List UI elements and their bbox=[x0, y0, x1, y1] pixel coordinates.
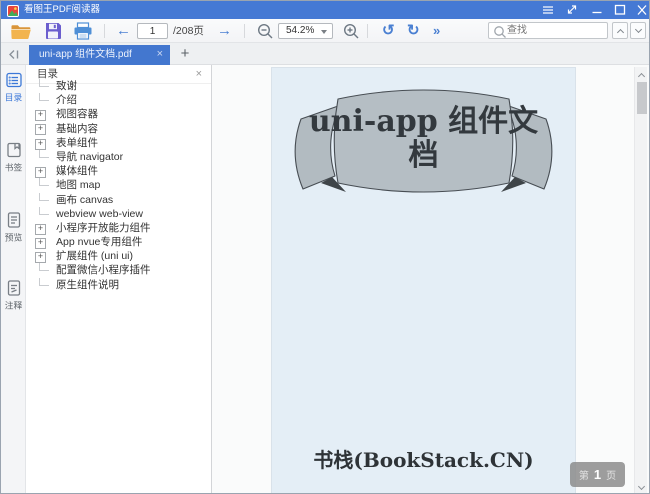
minimize-icon[interactable] bbox=[590, 4, 606, 16]
toc-item[interactable]: 表单组件 bbox=[26, 136, 211, 150]
chevron-up-icon bbox=[616, 28, 625, 37]
sidebar-item-label: 书签 bbox=[4, 163, 23, 174]
vertical-scrollbar[interactable] bbox=[634, 67, 647, 493]
search-next-button[interactable] bbox=[630, 22, 646, 39]
app-logo-icon bbox=[7, 4, 19, 17]
toc-item[interactable]: App nvue专用组件 bbox=[26, 235, 211, 250]
chevron-down-icon bbox=[634, 25, 643, 34]
page-total-label: /208页 bbox=[173, 25, 204, 37]
toc-item[interactable]: 介绍 bbox=[26, 93, 211, 107]
sidebar-item-annotations[interactable]: 注释 bbox=[1, 279, 26, 312]
page-badge-number: 1 bbox=[593, 467, 602, 482]
menu-icon[interactable] bbox=[541, 4, 557, 16]
toc-item[interactable]: 画布 canvas bbox=[26, 192, 211, 207]
close-icon[interactable] bbox=[635, 4, 649, 16]
chevron-down-icon bbox=[637, 482, 646, 491]
maximize-icon[interactable] bbox=[613, 4, 629, 16]
chevron-down-icon bbox=[321, 30, 327, 34]
toc-item[interactable]: webview web-view bbox=[26, 206, 211, 221]
search-input[interactable] bbox=[507, 24, 605, 37]
sidebar-item-label: 预览 bbox=[4, 233, 23, 244]
toolbar-separator bbox=[104, 24, 105, 38]
sidebar-item-preview[interactable]: 预览 bbox=[1, 211, 26, 244]
next-page-icon[interactable]: → bbox=[217, 19, 232, 43]
toc-icon bbox=[5, 72, 22, 88]
zoom-out-icon[interactable] bbox=[257, 19, 274, 43]
save-icon[interactable] bbox=[44, 19, 62, 43]
toc-item[interactable]: 基础内容 bbox=[26, 122, 211, 136]
title-bar: 看图王PDF阅读器 bbox=[1, 1, 649, 19]
pdf-page: uni-app 组件文 档 书栈(BookStack.CN) bbox=[271, 67, 576, 493]
toc-item[interactable]: 扩展组件 (uni ui) bbox=[26, 249, 211, 264]
toolbar-separator bbox=[244, 24, 245, 38]
toc-list: 致谢 介绍 视图容器 基础内容 表单组件 导航 navigator 媒体组件 地… bbox=[26, 79, 211, 292]
toc-item[interactable]: 导航 navigator bbox=[26, 149, 211, 164]
collapse-sidebar-icon[interactable] bbox=[6, 47, 21, 62]
document-view: uni-app 组件文 档 书栈(BookStack.CN) 第1页 bbox=[212, 65, 649, 493]
toc-item[interactable]: 视图容器 bbox=[26, 107, 211, 122]
tab-label: uni-app 组件文档.pdf bbox=[39, 49, 132, 60]
app-window: 看图王PDF阅读器 ← 1 /208页 → 54.2% ↺ ↻ » 查找 uni… bbox=[0, 0, 650, 494]
rotate-right-icon[interactable]: ↻ bbox=[407, 19, 420, 43]
zoom-level-value: 54.2% bbox=[286, 25, 315, 36]
toc-item[interactable]: 媒体组件 bbox=[26, 164, 211, 179]
search-previous-button[interactable] bbox=[612, 22, 628, 39]
toolbar-separator bbox=[367, 24, 368, 38]
new-tab-button[interactable]: + bbox=[175, 43, 195, 65]
sidebar-item-label: 注释 bbox=[4, 301, 23, 312]
page-number-input[interactable] bbox=[137, 23, 168, 39]
tab-close-icon[interactable]: × bbox=[157, 45, 163, 65]
print-icon[interactable] bbox=[73, 19, 93, 43]
sidebar-item-bookmarks[interactable]: 书签 bbox=[1, 141, 26, 174]
sidebar-item-toc[interactable]: 目录 bbox=[1, 71, 26, 104]
page-footer-text: 书栈(BookStack.CN) bbox=[313, 448, 534, 472]
zoom-in-icon[interactable] bbox=[343, 19, 360, 43]
toc-item[interactable]: 小程序开放能力组件 bbox=[26, 221, 211, 235]
document-title-line1: uni-app 组件文 bbox=[308, 104, 539, 139]
search-icon bbox=[494, 26, 506, 38]
scrollbar-thumb[interactable] bbox=[636, 82, 647, 114]
zoom-level-dropdown[interactable]: 54.2% bbox=[278, 23, 333, 39]
scroll-up-button[interactable] bbox=[635, 67, 648, 81]
annotation-icon bbox=[7, 280, 20, 296]
main-area: 目录 书签 预览 注释 目录 × 致谢 介绍 + 视图容器 + 基础内容 + 表… bbox=[1, 65, 649, 493]
toc-item[interactable]: 配置微信小程序插件 bbox=[26, 263, 211, 277]
tab-bar: uni-app 组件文档.pdf × + bbox=[1, 43, 649, 65]
tab-document[interactable]: uni-app 组件文档.pdf × bbox=[29, 45, 170, 65]
more-tools-icon[interactable]: » bbox=[433, 19, 440, 43]
window-title: 看图王PDF阅读器 bbox=[24, 4, 101, 15]
toc-panel: 目录 × 致谢 介绍 视图容器 基础内容 表单组件 导航 navigator 媒… bbox=[26, 65, 212, 493]
chevron-up-icon bbox=[637, 72, 646, 81]
title-ribbon-banner: uni-app 组件文 档 bbox=[285, 77, 562, 209]
scroll-down-button[interactable] bbox=[635, 479, 648, 493]
preview-icon bbox=[7, 212, 20, 228]
rotate-left-icon[interactable]: ↺ bbox=[382, 19, 395, 43]
search-box[interactable] bbox=[488, 22, 608, 39]
toc-item[interactable]: 致谢 bbox=[26, 79, 211, 93]
previous-page-icon[interactable]: ← bbox=[116, 19, 131, 43]
document-title: uni-app 组件文 档 bbox=[285, 105, 562, 173]
bookmark-icon bbox=[6, 142, 21, 158]
page-badge-suffix: 页 bbox=[606, 471, 617, 482]
sidebar-item-label: 目录 bbox=[4, 93, 23, 104]
page-indicator-badge: 第1页 bbox=[570, 462, 625, 487]
fullscreen-icon[interactable] bbox=[565, 4, 581, 16]
page-badge-prefix: 第 bbox=[578, 471, 589, 482]
toc-item[interactable]: 地图 map bbox=[26, 178, 211, 192]
toolbar: ← /208页 → 54.2% ↺ ↻ » bbox=[1, 19, 649, 43]
open-file-icon[interactable] bbox=[10, 19, 32, 43]
side-icon-strip: 目录 书签 预览 注释 bbox=[1, 65, 26, 493]
toc-item[interactable]: 原生组件说明 bbox=[26, 277, 211, 292]
document-title-line2: 档 bbox=[408, 138, 439, 173]
